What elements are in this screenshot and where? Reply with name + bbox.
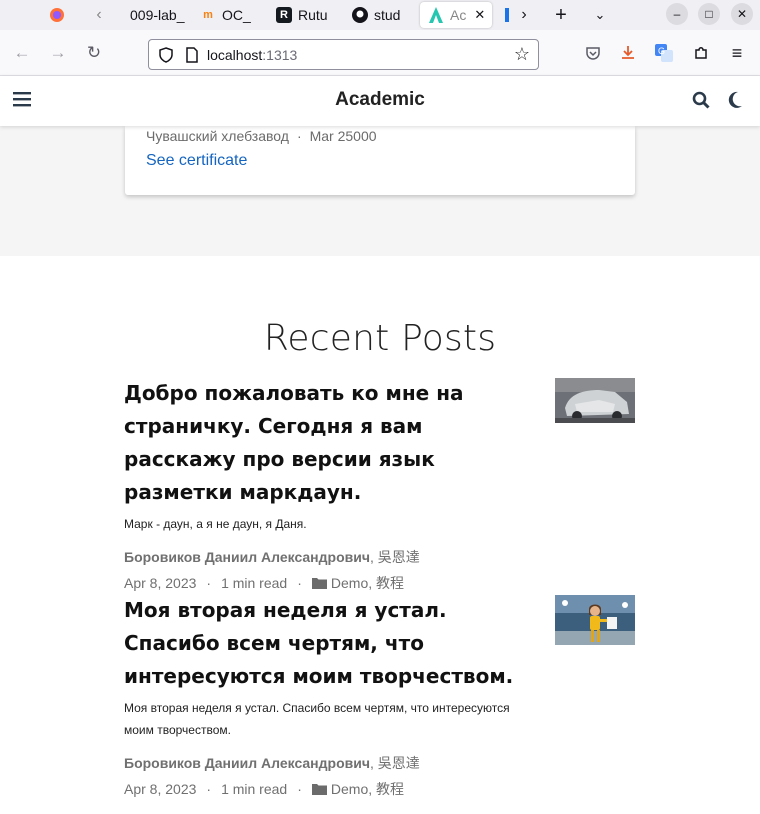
tab-edge <box>505 8 509 22</box>
post-thumbnail-wrecked-car[interactable] <box>555 378 635 423</box>
post-authors: Боровиков Даниил Александрович, 吳恩達 <box>124 753 635 773</box>
post-categories[interactable]: Demo, 教程 <box>331 779 404 799</box>
tab-label: Rutu <box>298 7 328 23</box>
tab-label: Ac <box>450 7 467 23</box>
separator: · <box>206 781 212 797</box>
tab-favicon-icon <box>108 7 124 23</box>
post-author-link[interactable]: Боровиков Даниил Александрович <box>124 549 370 565</box>
url-text[interactable]: localhost:1313 <box>207 47 297 63</box>
post-thumbnail-cartoon[interactable] <box>555 595 635 645</box>
post-summary: Марк - даун, а я не даун, я Даня. <box>124 517 307 531</box>
app-menu-icon[interactable]: ≡ <box>726 42 748 64</box>
extensions-puzzle-icon[interactable] <box>690 42 712 64</box>
maximize-icon[interactable]: □ <box>698 3 720 25</box>
certificate-meta: Чувашский хлебзавод · Mar 25000 <box>146 128 377 144</box>
minimize-icon[interactable]: – <box>666 3 688 25</box>
post-title[interactable]: Моя вторая неделя я устал. Спасибо всем … <box>124 594 539 693</box>
post-author-link[interactable]: Боровиков Даниил Александрович <box>124 755 370 771</box>
tab-label: stud <box>374 7 401 23</box>
site-header: Academic <box>0 76 760 126</box>
certificate-date: Mar 25000 <box>309 128 377 144</box>
new-tab-icon[interactable]: + <box>550 4 572 26</box>
folder-icon <box>311 577 327 589</box>
post-meta: Apr 8, 2023 · 1 min read · Demo, 教程 <box>124 573 635 593</box>
forward-icon[interactable]: → <box>47 42 69 64</box>
post-meta: Apr 8, 2023 · 1 min read · Demo, 教程 <box>124 779 635 799</box>
page-icon[interactable] <box>185 46 199 63</box>
post-title[interactable]: Добро пожаловать ко мне на страничку. Се… <box>124 377 539 509</box>
tab-strip: ‹ 009-lab_ m OC_ R Rutu stud Ac ✕ › + ⌄ … <box>0 0 760 30</box>
post-date: Apr 8, 2023 <box>124 575 197 591</box>
tab-list-chevron-down-icon[interactable]: ⌄ <box>589 4 611 26</box>
tab-0[interactable]: 009-lab_ <box>108 2 192 28</box>
downloads-icon[interactable] <box>617 42 639 64</box>
github-icon <box>352 7 368 23</box>
close-window-icon[interactable]: ✕ <box>731 3 753 25</box>
rutube-icon: R <box>276 7 292 23</box>
url-host: localhost <box>207 46 263 63</box>
tab-2[interactable]: R Rutu <box>276 2 338 28</box>
post-author-extra[interactable]: , 吳恩達 <box>370 549 420 565</box>
post-authors: Боровиков Даниил Александрович, 吳恩達 <box>124 547 635 567</box>
bookmark-star-icon[interactable]: ☆ <box>514 44 530 65</box>
post-author-extra[interactable]: , 吳恩達 <box>370 755 420 771</box>
navigation-toolbar: ← → ↻ localhost:1313 ☆ G ≡ <box>0 30 760 76</box>
tab-active[interactable]: Ac ✕ <box>420 2 492 28</box>
back-icon[interactable]: ← <box>11 42 33 64</box>
see-certificate-link[interactable]: See certificate <box>146 152 247 170</box>
certificate-org: Чувашский хлебзавод <box>146 128 289 144</box>
reload-icon[interactable]: ↻ <box>83 42 105 64</box>
post-read-time: 1 min read <box>221 781 288 797</box>
separator: · <box>297 575 302 591</box>
tab-3[interactable]: stud <box>352 2 410 28</box>
separator: · <box>297 781 302 797</box>
translate-extension-icon[interactable]: G <box>653 42 675 64</box>
svg-text:G: G <box>658 46 665 56</box>
academic-icon <box>428 7 444 23</box>
post-categories[interactable]: Demo, 教程 <box>331 573 404 593</box>
close-tab-icon[interactable]: ✕ <box>474 7 485 23</box>
moodle-icon: m <box>203 9 213 21</box>
tabs-scroll-right-icon[interactable]: › <box>513 4 535 26</box>
post-read-time: 1 min read <box>221 575 288 591</box>
post-item: Моя вторая неделя я устал. Спасибо всем … <box>124 594 635 799</box>
certificate-card: Чувашский хлебзавод · Mar 25000 See certif… <box>125 126 635 195</box>
separator: · <box>206 575 212 591</box>
tab-label: OC_ <box>222 7 251 23</box>
post-date: Apr 8, 2023 <box>124 781 197 797</box>
folder-icon <box>311 783 327 795</box>
tab-label: 009-lab_ <box>130 7 185 23</box>
tab-1[interactable]: m OC_ <box>200 2 262 28</box>
recent-posts-heading: Recent Posts <box>263 318 497 359</box>
dark-mode-moon-icon[interactable] <box>727 91 743 114</box>
url-bar[interactable]: localhost:1313 ☆ <box>148 39 539 70</box>
site-title[interactable]: Academic <box>0 89 760 111</box>
tabs-scroll-left-icon[interactable]: ‹ <box>88 4 110 26</box>
url-port: :1313 <box>262 46 298 63</box>
post-item: Добро пожаловать ко мне на страничку. Се… <box>124 377 635 593</box>
shield-icon[interactable] <box>158 46 174 63</box>
search-icon[interactable] <box>692 91 710 114</box>
post-summary: Моя вторая неделя я устал. Спасибо всем … <box>124 701 510 737</box>
pocket-icon[interactable] <box>582 42 604 64</box>
firefox-view-icon[interactable] <box>46 4 68 26</box>
